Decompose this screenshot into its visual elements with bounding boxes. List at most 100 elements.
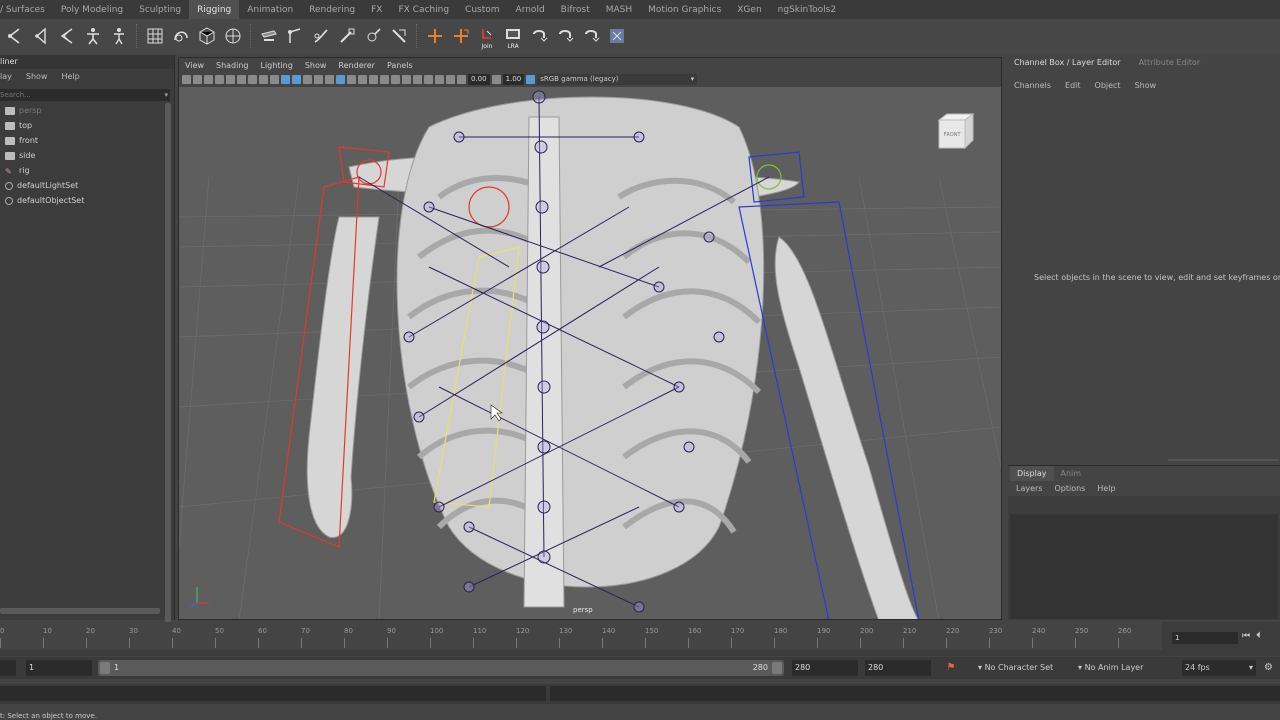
exposure-field[interactable]: 0.00 <box>468 74 490 85</box>
shelf-tab[interactable]: FX <box>363 0 390 19</box>
lock-camera-icon[interactable] <box>226 75 235 84</box>
script-icon-1[interactable] <box>526 23 552 49</box>
channel-box-menu-show[interactable]: Show <box>1135 81 1157 90</box>
range-end-handle[interactable] <box>772 662 782 674</box>
grid-icon[interactable] <box>281 75 290 84</box>
script-icon-3[interactable] <box>578 23 604 49</box>
outliner-item[interactable]: top <box>0 118 162 133</box>
image-plane-icon[interactable] <box>215 75 224 84</box>
lattice-icon[interactable] <box>142 23 168 49</box>
step-back-icon[interactable]: ⏴ <box>1256 631 1261 641</box>
outliner-menu-display[interactable]: lay <box>0 72 12 81</box>
start-frame-field[interactable]: 1 <box>26 660 92 676</box>
shelf-tab[interactable]: ngSkinTools2 <box>770 0 844 19</box>
channel-box-menu-edit[interactable]: Edit <box>1065 81 1081 90</box>
auto-key-icon[interactable]: ⚑ <box>944 661 958 675</box>
field-chart-icon[interactable] <box>270 75 279 84</box>
shelf-tab[interactable]: Rigging <box>189 0 240 19</box>
shelf-tab[interactable]: Animation <box>239 0 301 19</box>
time-slider[interactable]: 0 10 20 30 40 50 60 70 80 90 100 110 120 130 140 150 160… <box>0 622 1280 656</box>
depth-of-field-icon[interactable] <box>413 75 422 84</box>
layer-list[interactable] <box>1010 514 1278 619</box>
gate-mask-icon[interactable] <box>259 75 268 84</box>
fps-dropdown[interactable]: 24 fps ▾ <box>1182 660 1256 676</box>
humanik-icon[interactable] <box>80 23 106 49</box>
screen-space-ao-icon[interactable] <box>380 75 389 84</box>
node-editor-icon[interactable] <box>604 23 630 49</box>
copy-weights-icon[interactable] <box>360 23 386 49</box>
textured-icon[interactable] <box>347 75 356 84</box>
xray-joints-icon[interactable] <box>446 75 455 84</box>
unbind-skin-icon[interactable] <box>282 23 308 49</box>
animation-end-field[interactable]: 280 <box>865 660 931 676</box>
layer-editor-menu-layers[interactable]: Layers <box>1016 484 1042 493</box>
view-cube[interactable]: FRONT <box>935 110 977 152</box>
outliner-item[interactable]: defaultObjectSet <box>0 193 162 208</box>
ik-joint-icon[interactable] <box>2 23 28 49</box>
shadows-icon[interactable] <box>369 75 378 84</box>
outliner-menu-help[interactable]: Help <box>61 72 79 81</box>
shelf-tab[interactable]: XGen <box>729 0 769 19</box>
joint-tool-icon[interactable] <box>28 23 54 49</box>
shelf-tab[interactable]: Rendering <box>301 0 363 19</box>
range-bar[interactable]: 1 280 <box>98 660 784 676</box>
shelf-tab[interactable]: / Surfaces <box>0 0 53 19</box>
tab-display[interactable]: Display <box>1010 466 1054 481</box>
panel-divider[interactable] <box>1168 459 1278 461</box>
cluster-icon[interactable] <box>194 23 220 49</box>
shelf-tab[interactable]: Custom <box>457 0 507 19</box>
viewport-menu-show[interactable]: Show <box>305 61 327 70</box>
viewport-menu-renderer[interactable]: Renderer <box>338 61 375 70</box>
soft-mod-icon[interactable] <box>220 23 246 49</box>
shelf-tab[interactable]: FX Caching <box>390 0 457 19</box>
tab-channel-box-layer-editor[interactable]: Channel Box / Layer Editor <box>1014 58 1121 67</box>
xray-icon[interactable] <box>435 75 444 84</box>
paint-weights-icon[interactable] <box>308 23 334 49</box>
layer-editor-menu-options[interactable]: Options <box>1054 484 1085 493</box>
script-icon-2[interactable] <box>552 23 578 49</box>
point-constraint-icon[interactable] <box>422 23 448 49</box>
smooth-shade-icon[interactable] <box>325 75 334 84</box>
outliner-vertical-scrollbar[interactable] <box>165 103 171 653</box>
color-management-icon[interactable] <box>526 75 536 84</box>
gamma-field[interactable]: 1.00 <box>502 74 525 85</box>
film-gate-icon[interactable] <box>237 75 246 84</box>
wireframe-on-shaded-icon[interactable] <box>336 75 345 84</box>
shelf-tab[interactable]: MASH <box>598 0 640 19</box>
outliner-menu-show[interactable]: Show <box>26 72 48 81</box>
outliner-item[interactable]: front <box>0 133 162 148</box>
outliner-item[interactable]: defaultLightSet <box>0 178 162 193</box>
influence-icon[interactable] <box>386 23 412 49</box>
viewport-menu-lighting[interactable]: Lighting <box>260 61 292 70</box>
parent-constraint-icon[interactable] <box>448 23 474 49</box>
shelf-tab[interactable]: Sculpting <box>131 0 189 19</box>
mirror-weights-icon[interactable] <box>334 23 360 49</box>
lights-icon[interactable] <box>358 75 367 84</box>
resolution-gate-icon[interactable] <box>248 75 257 84</box>
wrap-deformer-icon[interactable] <box>168 23 194 49</box>
outliner-horizontal-scrollbar[interactable] <box>0 608 160 614</box>
tab-attribute-editor[interactable]: Attribute Editor <box>1139 58 1201 67</box>
end-frame-field[interactable]: 280 <box>792 660 858 676</box>
lra-icon[interactable]: LRA <box>500 23 526 50</box>
scrollbar-thumb[interactable] <box>165 103 171 643</box>
outliner-search-input[interactable]: Search... ▾ <box>0 89 170 101</box>
camera-select-icon[interactable] <box>182 75 191 84</box>
character-set-dropdown[interactable]: ▾ No Character Set <box>978 660 1078 676</box>
channel-box-menu-object[interactable]: Object <box>1095 81 1121 90</box>
shelf-tab[interactable]: Bifrost <box>553 0 598 19</box>
viewport-menu-shading[interactable]: Shading <box>216 61 249 70</box>
ik-handle-icon[interactable] <box>54 23 80 49</box>
time-ruler[interactable]: 0 10 20 30 40 50 60 70 80 90 100 110 120 130 140 150 160… <box>0 622 1162 650</box>
viewport-panel[interactable]: View Shading Lighting Show Renderer Pane… <box>178 57 1002 620</box>
outliner-item[interactable]: persp <box>0 103 162 118</box>
channel-box-menu-channels[interactable]: Channels <box>1014 81 1051 90</box>
shelf-tab[interactable]: Arnold <box>508 0 553 19</box>
quick-rig-icon[interactable] <box>106 23 132 49</box>
chevron-down-icon[interactable]: ▾ <box>164 89 168 101</box>
viewport-menu-panels[interactable]: Panels <box>387 61 413 70</box>
animation-preferences-icon[interactable]: ⚙ <box>1264 660 1280 676</box>
go-to-start-icon[interactable]: ⏮ <box>1242 631 1250 641</box>
safe-title-icon[interactable] <box>303 75 312 84</box>
shelf-tab[interactable]: Motion Graphics <box>640 0 729 19</box>
